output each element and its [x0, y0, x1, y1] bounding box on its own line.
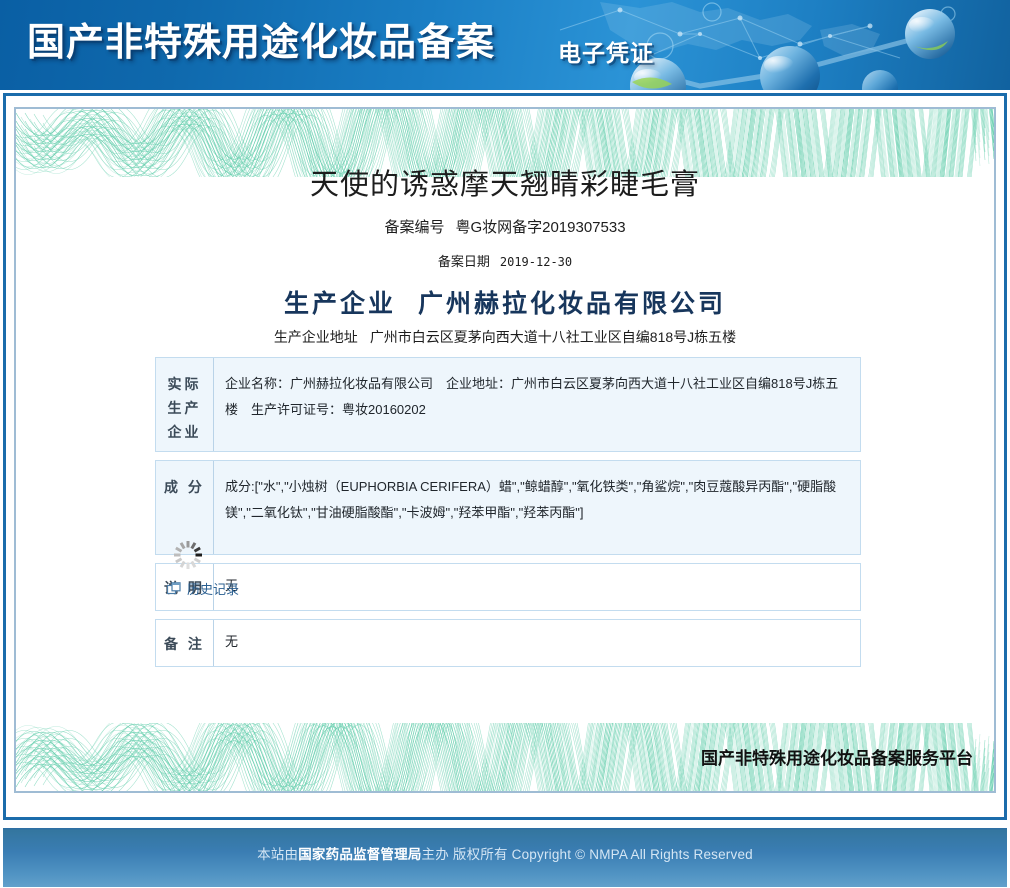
- history-record-link[interactable]: 历史记录: [166, 579, 240, 598]
- banner-subtitle: 电子凭证: [558, 41, 654, 67]
- record-date-row: 备案日期 2019-12-30: [16, 251, 994, 270]
- info-box-remarks: 备 注 无: [155, 619, 861, 667]
- manufacturer-address-row: 生产企业地址 广州市白云区夏茅向西大道十八社工业区自编818号J栋五楼: [16, 327, 994, 347]
- product-name: 天使的诱惑摩天翘睛彩睫毛膏: [309, 167, 700, 201]
- footer-copyright: 本站由国家药品监督管理局主办 版权所有 Copyright © NMPA All…: [3, 843, 1007, 863]
- record-number-row: 备案编号 粤G妆网备字2019307533: [16, 216, 994, 237]
- history-record-label: 历史记录: [187, 582, 240, 597]
- info-box-actual-manufacturer: 实际 生产 企业 企业名称：广州赫拉化妆品有限公司 企业地址：广州市白云区夏茅向…: [155, 357, 861, 452]
- certificate-card: 天使的诱惑摩天翘睛彩睫毛膏 备案编号 粤G妆网备字2019307533 备案日期 2…: [14, 107, 996, 793]
- manufacturer-name: 广州赫拉化妆品有限公司: [418, 291, 727, 318]
- certificate-body: 天使的诱惑摩天翘睛彩睫毛膏 备案编号 粤G妆网备字2019307533 备案日期 2…: [16, 109, 994, 791]
- footer-suffix: 主办 版权所有 Copyright © NMPA All Rights Rese…: [421, 847, 753, 862]
- manufacturer-label: 生产企业: [283, 291, 396, 318]
- info-box-description: 说 明 无: [155, 563, 861, 611]
- info-box-content: 无: [213, 620, 860, 666]
- spinner-glyph: [174, 541, 202, 569]
- record-date-value: 2019-12-30: [499, 255, 573, 269]
- banner-title: 国产非特殊用途化妆品备案: [27, 20, 496, 64]
- record-date-label: 备案日期: [437, 254, 490, 269]
- page-header-banner: 国产非特殊用途化妆品备案 电子凭证: [0, 0, 1010, 90]
- info-box-content: 企业名称：广州赫拉化妆品有限公司 企业地址：广州市白云区夏茅向西大道十八社工业区…: [213, 358, 860, 451]
- manufacturer-row: 生产企业 广州赫拉化妆品有限公司: [16, 284, 994, 320]
- record-number-value: 粤G妆网备字2019307533: [455, 219, 626, 236]
- record-number-label: 备案编号: [384, 219, 445, 236]
- footer-prefix: 本站由: [257, 847, 299, 862]
- info-box-ingredients: 成 分 成分:["水","小烛树（EUPHORBIA CERIFERA）蜡","…: [155, 460, 861, 555]
- loading-spinner-icon: [171, 538, 205, 572]
- manufacturer-address-value: 广州市白云区夏茅向西大道十八社工业区自编818号J栋五楼: [369, 329, 737, 345]
- platform-watermark: 国产非特殊用途化妆品备案服务平台: [701, 749, 973, 769]
- info-box-content: 成分:["水","小烛树（EUPHORBIA CERIFERA）蜡","鲸蜡醇"…: [213, 461, 860, 554]
- info-box-label: 备 注: [164, 636, 205, 652]
- page-footer: 本站由国家药品监督管理局主办 版权所有 Copyright © NMPA All…: [3, 826, 1007, 887]
- info-box-list: 实际 生产 企业 企业名称：广州赫拉化妆品有限公司 企业地址：广州市白云区夏茅向…: [155, 357, 861, 675]
- manufacturer-address-label: 生产企业地址: [273, 329, 358, 345]
- cascade-windows-icon: [166, 582, 181, 595]
- footer-authority: 国家药品监督管理局: [298, 847, 422, 862]
- certificate-page: 国产非特殊用途化妆品备案 电子凭证 天使的诱惑摩天翘睛彩睫毛膏 备案编号 粤G妆…: [0, 0, 1010, 888]
- info-box-label: 实际 生产 企业: [167, 376, 202, 440]
- info-box-content: 无: [213, 564, 860, 610]
